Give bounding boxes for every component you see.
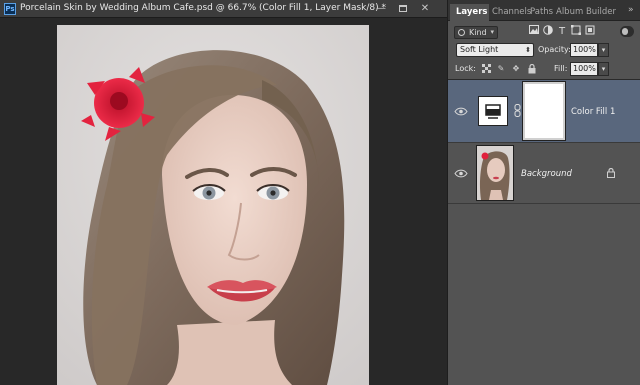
tab-album-builder[interactable]: Album Builder (556, 7, 616, 17)
opacity-input[interactable]: 100% (570, 43, 598, 57)
layer-mask-thumbnail[interactable] (522, 81, 566, 141)
layers-panel: Layers Channels Paths Album Builder » Ki… (447, 0, 640, 385)
tab-paths[interactable]: Paths (530, 7, 553, 17)
panel-menu-icon[interactable]: » (628, 5, 638, 15)
shape-filter-icon[interactable] (569, 25, 583, 38)
lock-pixels-icon[interactable]: ✎ (496, 64, 506, 74)
lock-icon (607, 167, 616, 178)
document-tab[interactable]: Ps Porcelain Skin by Wedding Album Cafe.… (0, 0, 447, 18)
layer-name: Color Fill 1 (571, 107, 616, 117)
close-button[interactable]: ✕ (418, 2, 432, 15)
kind-filter-label: Kind (469, 28, 487, 37)
blend-mode-dropdown[interactable]: Soft Light ⬍ (456, 43, 534, 57)
document-window: Ps Porcelain Skin by Wedding Album Cafe.… (0, 0, 447, 385)
kind-filter-dropdown[interactable]: Kind ▾ (454, 26, 498, 39)
layer-row-background[interactable]: Background (448, 143, 640, 204)
chevron-down-icon: ⬍ (525, 46, 531, 54)
opacity-label: Opacity: (538, 45, 571, 54)
lock-transparent-icon[interactable] (481, 64, 491, 74)
layer-row-color-fill[interactable]: Color Fill 1 (448, 80, 640, 143)
chevron-down-icon: ▾ (490, 28, 494, 36)
type-filter-icon[interactable]: T (555, 25, 569, 38)
lock-label: Lock: (455, 64, 476, 73)
image-canvas[interactable] (57, 25, 369, 385)
document-title: Porcelain Skin by Wedding Album Cafe.psd… (20, 3, 387, 13)
blend-mode-value: Soft Light (460, 45, 499, 54)
layer-thumbnail (476, 145, 514, 201)
maximize-icon (399, 4, 407, 12)
tab-layers[interactable]: Layers (456, 7, 487, 17)
opacity-dropdown-button[interactable]: ▾ (598, 43, 609, 57)
fill-input[interactable]: 100% (570, 62, 598, 76)
adjustment-filter-icon[interactable] (541, 25, 555, 38)
fill-label: Fill: (554, 64, 568, 73)
maximize-button[interactable] (396, 2, 410, 15)
photoshop-icon: Ps (4, 3, 16, 15)
layer-name: Background (521, 169, 572, 179)
image-filter-icon[interactable] (527, 25, 541, 38)
lock-all-icon[interactable] (527, 63, 537, 74)
chain-link-icon[interactable] (514, 104, 521, 117)
adjustment-layer-icon (478, 96, 508, 126)
panel-tab-bar: Layers Channels Paths Album Builder » (448, 0, 640, 21)
eye-icon[interactable] (454, 107, 470, 116)
portrait-photo (57, 25, 369, 385)
smart-object-filter-icon[interactable] (583, 25, 597, 38)
blend-row: Soft Light ⬍ Opacity: 100% ▾ (448, 42, 640, 60)
lock-row: Lock: ✎ ✥ Fill: 100% ▾ (448, 61, 640, 78)
minimize-button[interactable]: — (374, 2, 388, 15)
layers-list: Color Fill 1 Background (448, 79, 640, 385)
search-icon (458, 29, 465, 36)
filter-toggle[interactable] (620, 26, 634, 37)
tab-channels[interactable]: Channels (492, 7, 531, 17)
layer-filter-row: Kind ▾ T (448, 22, 640, 42)
eye-icon[interactable] (454, 169, 470, 178)
fill-dropdown-button[interactable]: ▾ (598, 62, 609, 76)
lock-position-icon[interactable]: ✥ (511, 64, 521, 74)
